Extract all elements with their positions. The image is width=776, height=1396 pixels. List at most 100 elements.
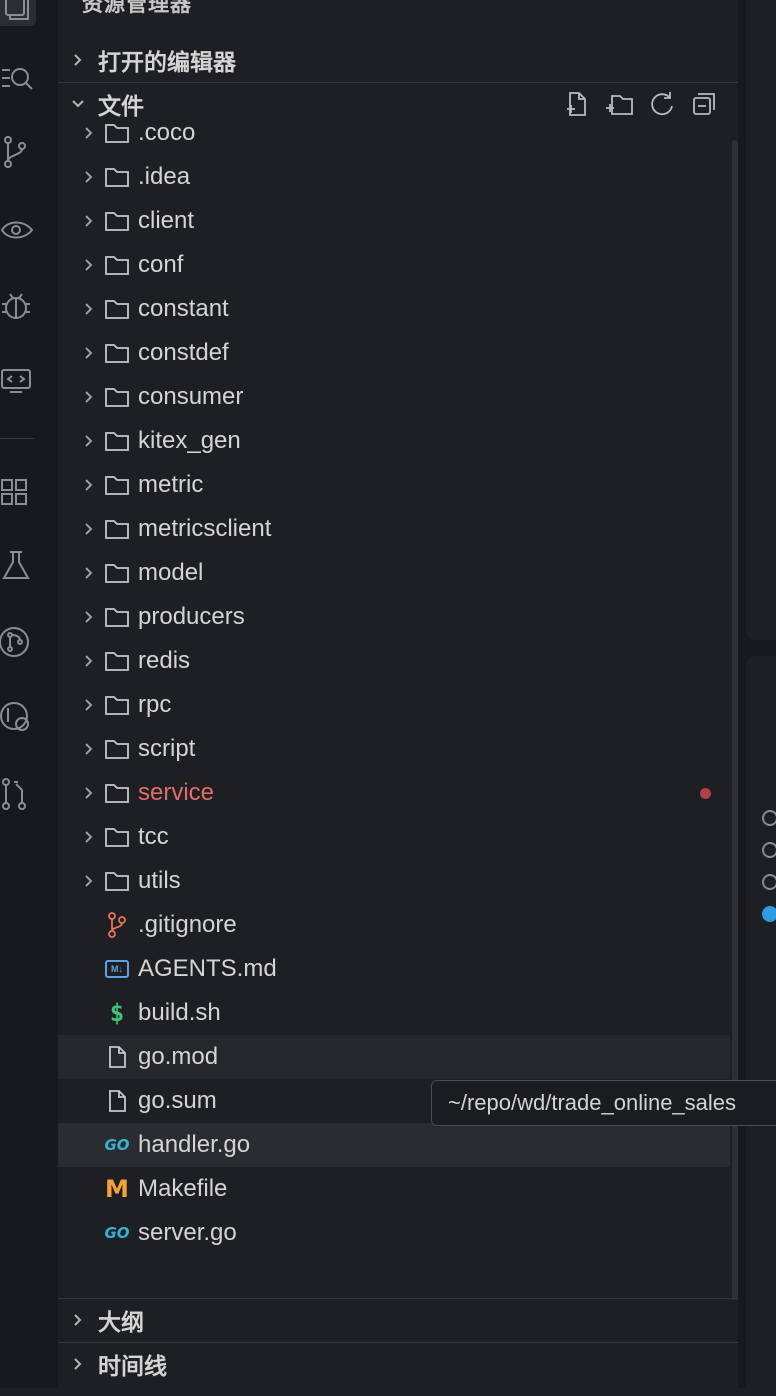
chevron-right-icon	[58, 52, 98, 68]
makefile-icon-glyph: M	[105, 1175, 129, 1203]
chevron-right-icon[interactable]	[82, 390, 96, 404]
testing-icon[interactable]	[0, 546, 36, 586]
git-graph-icon[interactable]	[0, 622, 36, 662]
tree-item-label: .gitignore	[138, 911, 237, 938]
tree-file-item[interactable]: M↓ AGENTS.md	[58, 947, 730, 991]
chevron-down-icon	[58, 98, 98, 110]
chevron-right-icon[interactable]	[82, 214, 96, 228]
markdown-icon-glyph: M↓	[105, 960, 129, 978]
tree-file-item[interactable]: go.mod	[58, 1035, 730, 1079]
git-history-icon[interactable]	[0, 698, 36, 738]
folder-icon	[104, 340, 130, 366]
tree-folder-item[interactable]: metricsclient	[58, 507, 730, 551]
folder-icon	[104, 384, 130, 410]
source-control-icon[interactable]	[0, 132, 36, 172]
chevron-right-icon[interactable]	[82, 302, 96, 316]
tree-folder-item[interactable]: conf	[58, 243, 730, 287]
tree-folder-item[interactable]: producers	[58, 595, 730, 639]
explorer-icon[interactable]	[0, 0, 36, 26]
chevron-right-icon[interactable]	[82, 830, 96, 844]
tree-item-label: Makefile	[138, 1175, 228, 1202]
chevron-right-icon[interactable]	[82, 742, 96, 756]
pull-request-icon[interactable]	[0, 774, 36, 814]
tree-item-label: handler.go	[138, 1131, 251, 1158]
tree-folder-item[interactable]: .coco	[58, 111, 730, 155]
tree-folder-item[interactable]: client	[58, 199, 730, 243]
tree-file-item[interactable]: $ build.sh	[58, 991, 730, 1035]
section-divider	[58, 1298, 738, 1299]
folder-icon	[104, 428, 130, 454]
tree-item-label: build.sh	[138, 999, 221, 1026]
chevron-right-icon[interactable]	[82, 786, 96, 800]
debug-icon[interactable]	[0, 286, 36, 326]
tree-folder-item[interactable]: service	[58, 771, 730, 815]
folder-icon	[104, 472, 130, 498]
tree-folder-item[interactable]: model	[58, 551, 730, 595]
radio-option[interactable]	[762, 842, 776, 858]
tree-item-label: metric	[138, 471, 204, 498]
search-icon[interactable]	[0, 58, 36, 98]
folder-icon	[104, 208, 130, 234]
tree-item-label: utils	[138, 867, 181, 894]
tree-folder-item[interactable]: redis	[58, 639, 730, 683]
section-timeline[interactable]: 时间线	[58, 1344, 738, 1384]
tree-item-label: .idea	[138, 163, 191, 190]
tree-item-label: redis	[138, 647, 191, 674]
tree-file-item[interactable]: GO server.go	[58, 1211, 730, 1255]
radio-option[interactable]	[762, 874, 776, 890]
file-icon	[104, 1088, 130, 1114]
tree-folder-item[interactable]: .idea	[58, 155, 730, 199]
tree-folder-item[interactable]: constant	[58, 287, 730, 331]
markdown-icon: M↓	[104, 956, 130, 982]
radio-option-selected[interactable]	[762, 906, 776, 922]
chevron-right-icon[interactable]	[82, 610, 96, 624]
tree-file-item[interactable]: GO handler.go	[58, 1123, 730, 1167]
tree-item-label: service	[138, 779, 215, 806]
tree-folder-item[interactable]: constdef	[58, 331, 730, 375]
tree-item-label: rpc	[138, 691, 172, 718]
go-icon-glyph: GO	[104, 1136, 130, 1154]
chevron-right-icon[interactable]	[82, 566, 96, 580]
run-debug-icon[interactable]	[0, 210, 36, 250]
tree-file-item[interactable]: M Makefile	[58, 1167, 730, 1211]
chevron-right-icon[interactable]	[82, 434, 96, 448]
folder-icon	[104, 604, 130, 630]
activity-bar	[0, 0, 59, 1388]
chevron-right-icon[interactable]	[82, 874, 96, 888]
more-actions-icon[interactable]: ···	[680, 0, 708, 8]
makefile-icon: M	[104, 1175, 130, 1203]
tree-folder-item[interactable]: utils	[58, 859, 730, 903]
tree-folder-item[interactable]: kitex_gen	[58, 419, 730, 463]
tree-file-item[interactable]: .gitignore	[58, 903, 730, 947]
activity-divider	[0, 438, 34, 439]
folder-icon	[104, 120, 130, 146]
tree-folder-item[interactable]: consumer	[58, 375, 730, 419]
tree-item-label: AGENTS.md	[138, 955, 277, 982]
tree-folder-item[interactable]: tcc	[58, 815, 730, 859]
chevron-right-icon[interactable]	[82, 170, 96, 184]
chevron-right-icon[interactable]	[82, 478, 96, 492]
tree-item-label: conf	[138, 251, 184, 278]
tree-folder-item[interactable]: metric	[58, 463, 730, 507]
chevron-right-icon[interactable]	[82, 346, 96, 360]
editor-pane-top	[746, 0, 776, 640]
extensions-icon[interactable]	[0, 470, 36, 510]
remote-explorer-icon[interactable]	[0, 360, 36, 400]
chevron-right-icon[interactable]	[82, 654, 96, 668]
folder-icon	[104, 516, 130, 542]
section-outline-label: 大纲	[98, 1309, 144, 1335]
chevron-right-icon[interactable]	[82, 258, 96, 272]
tree-folder-item[interactable]: script	[58, 727, 730, 771]
section-timeline-label: 时间线	[98, 1353, 167, 1379]
go-file-icon: GO	[104, 1132, 130, 1158]
explorer-sidebar: 资源管理器 ··· 打开的编辑器 文件 .coco.ideaclientconf…	[58, 0, 738, 1388]
chevron-right-icon[interactable]	[82, 522, 96, 536]
chevron-right-icon[interactable]	[82, 126, 96, 140]
radio-option[interactable]	[762, 810, 776, 826]
tree-item-label: go.sum	[138, 1087, 217, 1114]
chevron-right-icon[interactable]	[82, 698, 96, 712]
section-open-editors[interactable]: 打开的编辑器	[58, 40, 738, 80]
tree-item-label: constdef	[138, 339, 229, 366]
section-outline[interactable]: 大纲	[58, 1300, 738, 1340]
tree-folder-item[interactable]: rpc	[58, 683, 730, 727]
